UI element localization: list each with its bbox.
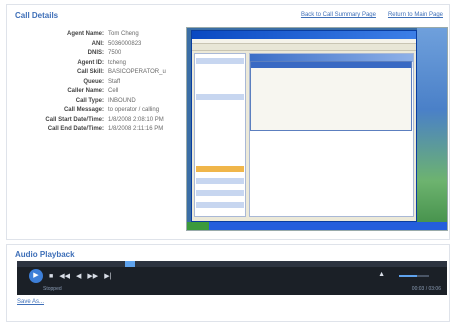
- detail-row-ani: ANI: 5036000823: [91, 40, 142, 47]
- next-icon[interactable]: ▶|: [104, 272, 111, 280]
- call-details-list: Agent Name: Tom Cheng ANI: 5036000823 DNIS…: [13, 30, 185, 135]
- window-navigation-pane: [194, 53, 246, 217]
- window-dialog: [250, 61, 412, 131]
- taskbar: [187, 222, 447, 230]
- screen-capture-image[interactable]: [186, 27, 448, 231]
- playback-status: Stopped: [43, 286, 62, 292]
- previous-icon[interactable]: ◀◀: [59, 272, 70, 280]
- top-links: Back to Call Summary Page Return to Main…: [301, 12, 443, 18]
- window-toolbar: [192, 44, 416, 51]
- detail-row-dnis: DNIS: 7500: [87, 50, 122, 56]
- seek-thumb[interactable]: [124, 261, 135, 267]
- captured-application-window: [191, 30, 417, 222]
- detail-row-call-start: Call Start Date/Time: 1/8/2008 2:08:10 PM: [45, 116, 164, 123]
- detail-row-call-message: Call Message: to operator / calling: [63, 107, 160, 113]
- detail-row-call-type: Call Type: INBOUND: [75, 97, 136, 104]
- detail-row-queue: Queue: Staff: [83, 78, 121, 85]
- back-to-call-summary-link[interactable]: Back to Call Summary Page: [301, 12, 376, 18]
- detail-row-caller-name: Caller Name: Cell: [67, 88, 119, 94]
- volume-slider[interactable]: [399, 275, 429, 277]
- play-icon[interactable]: ▶: [29, 269, 43, 283]
- detail-row-call-end: Call End Date/Time: 1/8/2008 2:11:16 PM: [47, 126, 164, 132]
- detail-row-call-skill: Call Skill: BASICOPERATOR_u: [76, 69, 166, 75]
- save-as-link[interactable]: Save As...: [17, 299, 44, 305]
- call-details-panel: Call Details Back to Call Summary Page R…: [6, 4, 450, 240]
- start-button: [187, 222, 209, 230]
- desktop-background: [417, 28, 447, 230]
- audio-playback-header: Audio Playback: [15, 250, 75, 259]
- seek-bar[interactable]: [17, 261, 447, 267]
- volume-level: [399, 275, 417, 277]
- fast-forward-icon[interactable]: ▶▶: [87, 272, 98, 280]
- volume-icon[interactable]: ▲: [378, 271, 385, 278]
- audio-player: ▶ ■ ◀◀ ◀ ▶▶ ▶| ▲ Stopped 00:03 / 03:06: [17, 261, 447, 295]
- playback-time: 00:03 / 03:06: [411, 286, 441, 292]
- detail-row-agent-name: Agent Name: Tom Cheng: [66, 31, 139, 37]
- call-details-header: Call Details: [15, 11, 59, 20]
- stop-icon[interactable]: ■: [49, 273, 53, 280]
- detail-row-agent-id: Agent ID: tcheng: [77, 59, 127, 66]
- return-to-main-page-link[interactable]: Return to Main Page: [388, 12, 443, 18]
- audio-playback-panel: Audio Playback ▶ ■ ◀◀ ◀ ▶▶ ▶| ▲ Stopped …: [6, 244, 450, 322]
- window-title-bar: [192, 31, 416, 39]
- rewind-icon[interactable]: ◀: [76, 272, 81, 280]
